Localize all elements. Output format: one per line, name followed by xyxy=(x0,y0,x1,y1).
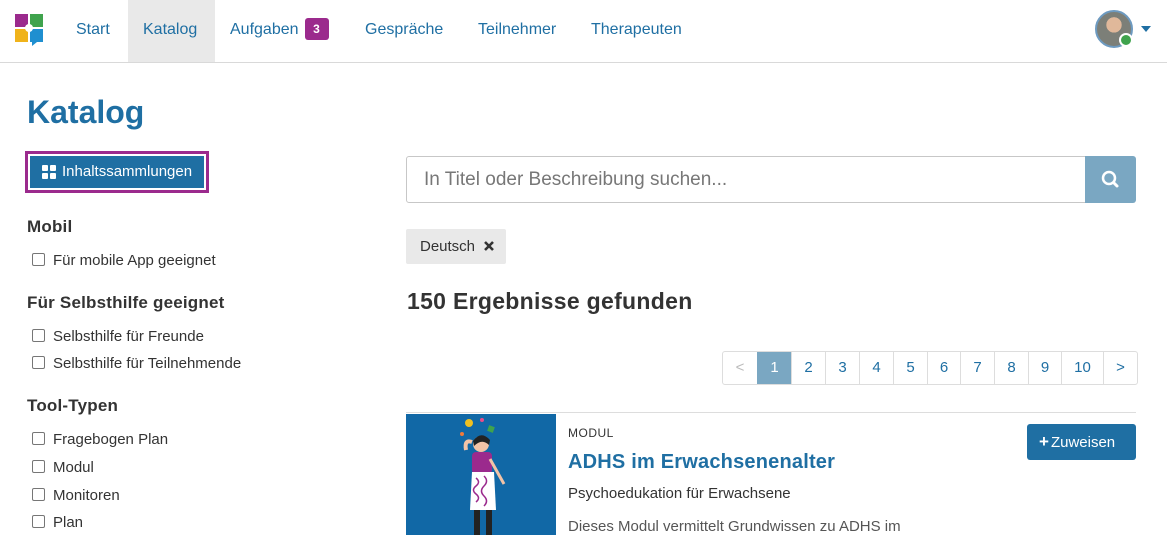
filter-option-selfhelp-participants[interactable]: Selbsthilfe für Teilnehmende xyxy=(32,355,241,373)
card-description: Dieses Modul vermittelt Grundwissen zu A… xyxy=(568,518,901,535)
top-navbar: Start Katalog Aufgaben 3 Gespräche Teilne… xyxy=(0,0,1167,63)
filter-heading-mobile: Mobil xyxy=(27,217,73,236)
nav-gespraeche[interactable]: Gespräche xyxy=(350,0,458,62)
search-button[interactable] xyxy=(1085,156,1136,203)
checkbox[interactable] xyxy=(32,356,45,369)
pagination-page-5[interactable]: 5 xyxy=(893,352,927,384)
nav-aufgaben[interactable]: Aufgaben 3 xyxy=(215,0,344,62)
collections-button[interactable]: Inhaltssammlungen xyxy=(25,151,209,193)
card-divider xyxy=(406,412,1136,413)
checkbox[interactable] xyxy=(32,515,45,528)
pagination-page-6[interactable]: 6 xyxy=(927,352,960,384)
pagination-page-10[interactable]: 10 xyxy=(1061,352,1103,384)
pagination-page-7[interactable]: 7 xyxy=(960,352,994,384)
filter-option-monitoren[interactable]: Monitoren xyxy=(32,487,120,505)
app-logo[interactable] xyxy=(15,14,45,46)
filter-option-plan[interactable]: Plan xyxy=(32,514,83,532)
pagination-page-9[interactable]: 9 xyxy=(1028,352,1061,384)
filter-heading-selfhelp: Für Selbsthilfe geeignet xyxy=(27,293,225,312)
nav-katalog[interactable]: Katalog xyxy=(128,0,215,62)
close-icon[interactable] xyxy=(483,240,495,252)
search-icon xyxy=(1101,170,1119,188)
pagination-page-1[interactable]: 1 xyxy=(757,352,791,384)
nav-therapeuten[interactable]: Therapeuten xyxy=(576,0,697,62)
active-filter-tag[interactable]: Deutsch xyxy=(406,229,506,264)
card-subtitle: Psychoedukation für Erwachsene xyxy=(568,485,791,502)
filter-option-fragebogen-plan[interactable]: Fragebogen Plan xyxy=(32,431,168,449)
filter-option-mobile-app[interactable]: Für mobile App geeignet xyxy=(32,252,216,270)
pagination: < 1 2 3 4 5 6 7 8 9 10 > xyxy=(722,351,1138,385)
checkbox[interactable] xyxy=(32,488,45,501)
pagination-page-2[interactable]: 2 xyxy=(791,352,825,384)
card-title-link[interactable]: ADHS im Erwachsenenalter xyxy=(568,451,835,474)
collections-button-label: Inhaltssammlungen xyxy=(62,163,193,180)
filter-option-selfhelp-friends[interactable]: Selbsthilfe für Freunde xyxy=(32,328,204,346)
grid-icon xyxy=(42,165,56,179)
online-status-icon xyxy=(1119,33,1133,47)
filter-heading-tooltypes: Tool-Typen xyxy=(27,396,119,415)
pagination-page-4[interactable]: 4 xyxy=(859,352,893,384)
results-count: 150 Ergebnisse gefunden xyxy=(407,288,693,314)
assign-button[interactable]: + Zuweisen xyxy=(1027,424,1136,460)
checkbox[interactable] xyxy=(32,460,45,473)
search-input[interactable]: In Titel oder Beschreibung suchen... xyxy=(406,156,1086,203)
pagination-next[interactable]: > xyxy=(1103,352,1137,384)
filter-option-modul[interactable]: Modul xyxy=(32,459,94,477)
pagination-page-3[interactable]: 3 xyxy=(825,352,859,384)
pagination-prev[interactable]: < xyxy=(723,352,757,384)
checkbox[interactable] xyxy=(32,253,45,266)
pagination-page-8[interactable]: 8 xyxy=(994,352,1028,384)
plus-icon: + xyxy=(1039,432,1049,451)
card-type-label: MODUL xyxy=(568,426,614,440)
page-title: Katalog xyxy=(27,94,145,130)
checkbox[interactable] xyxy=(32,329,45,342)
module-illustration[interactable] xyxy=(406,414,556,535)
active-filter-label: Deutsch xyxy=(420,238,476,255)
assign-button-label: Zuweisen xyxy=(1050,434,1116,451)
tasks-count-badge: 3 xyxy=(304,18,329,40)
checkbox[interactable] xyxy=(32,432,45,445)
chevron-down-icon[interactable] xyxy=(1141,26,1151,32)
nav-start[interactable]: Start xyxy=(61,0,125,62)
nav-teilnehmer[interactable]: Teilnehmer xyxy=(463,0,571,62)
